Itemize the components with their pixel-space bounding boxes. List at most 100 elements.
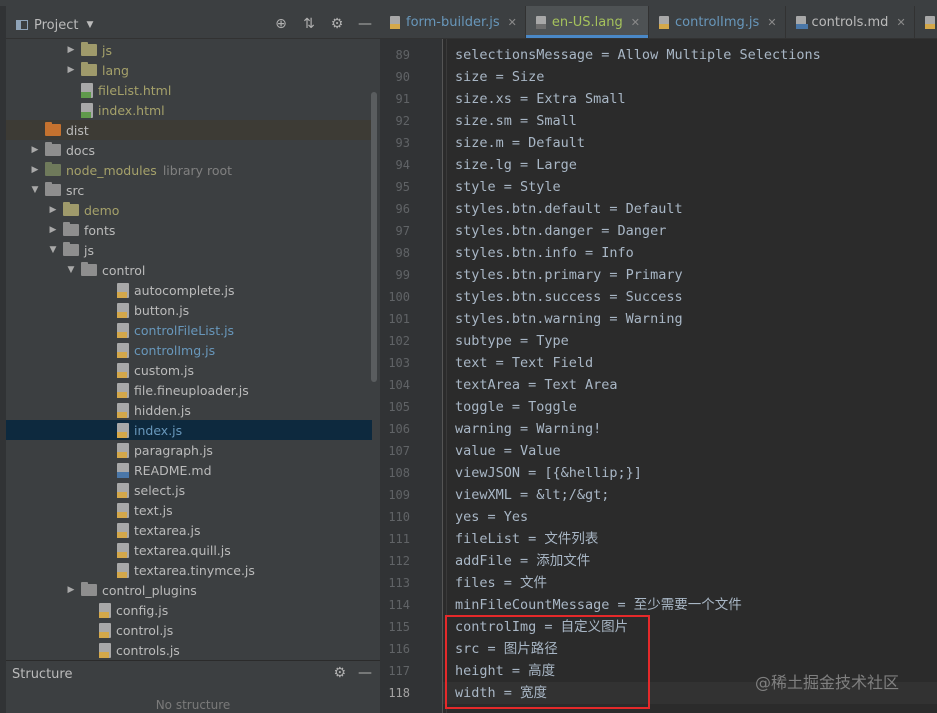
tree-item[interactable]: controls.js: [6, 640, 372, 660]
tree-item[interactable]: file.fineuploader.js: [6, 380, 372, 400]
js-file-icon: [99, 602, 111, 618]
code-line[interactable]: height = 高度: [455, 660, 555, 682]
close-icon[interactable]: ✕: [508, 16, 517, 29]
code-line[interactable]: styles.btn.info = Info: [455, 242, 634, 264]
code-line[interactable]: controlImg = 自定义图片: [455, 616, 628, 638]
chevron-down-icon[interactable]: ▼: [86, 20, 93, 30]
tree-item[interactable]: textarea.tinymce.js: [6, 560, 372, 580]
code-line[interactable]: selectionsMessage = Allow Multiple Selec…: [455, 44, 821, 66]
tree-item[interactable]: index.js: [6, 420, 372, 440]
code-line[interactable]: yes = Yes: [455, 506, 528, 528]
code-line[interactable]: src = 图片路径: [455, 638, 558, 660]
tree-item[interactable]: ▼ src: [6, 180, 372, 200]
code-line[interactable]: styles.btn.primary = Primary: [455, 264, 683, 286]
chevron-down-icon[interactable]: ▼: [46, 245, 60, 255]
tree-item[interactable]: text.js: [6, 500, 372, 520]
tree-item[interactable]: ▶ js: [6, 40, 372, 60]
gear-icon[interactable]: ⚙: [333, 665, 346, 681]
gear-icon[interactable]: ⚙: [328, 15, 346, 33]
code-line[interactable]: files = 文件: [455, 572, 547, 594]
tree-item[interactable]: custom.js: [6, 360, 372, 380]
chevron-right-icon[interactable]: ▶: [28, 165, 42, 175]
editor-tab[interactable]: controlImg.js ✕: [649, 6, 786, 38]
tree-item[interactable]: ▶ demo: [6, 200, 372, 220]
code-line[interactable]: styles.btn.default = Default: [455, 198, 683, 220]
tree-item[interactable]: controlFileList.js: [6, 320, 372, 340]
code-line[interactable]: minFileCountMessage = 至少需要一个文件: [455, 594, 742, 616]
editor-tab[interactable]: en-US.lang ✕: [525, 6, 649, 38]
code-line[interactable]: toggle = Toggle: [455, 396, 577, 418]
code-line[interactable]: viewJSON = [{&hellip;}]: [455, 462, 642, 484]
code-line[interactable]: width = 宽度: [455, 682, 547, 704]
tree-item[interactable]: select.js: [6, 480, 372, 500]
chevron-right-icon[interactable]: ▶: [46, 205, 60, 215]
chevron-down-icon[interactable]: ▼: [64, 265, 78, 275]
code-line[interactable]: size.sm = Small: [455, 110, 577, 132]
tree-item[interactable]: textarea.js: [6, 520, 372, 540]
code-line[interactable]: styles.btn.danger = Danger: [455, 220, 666, 242]
tree-item[interactable]: ▶dist: [6, 120, 372, 140]
code-line[interactable]: size.xs = Extra Small: [455, 88, 626, 110]
tree-item[interactable]: button.js: [6, 300, 372, 320]
tree-item[interactable]: ▶ docs: [6, 140, 372, 160]
line-number: 102: [388, 334, 410, 348]
project-tree[interactable]: ▶js▶langfileList.htmlindex.html▶dist▶doc…: [6, 40, 372, 660]
chevron-right-icon[interactable]: ▶: [28, 145, 42, 155]
chevron-right-icon[interactable]: ▶: [64, 585, 78, 595]
editor-tab[interactable]: controls.md ✕: [786, 6, 915, 38]
chevron-down-icon[interactable]: ▼: [28, 185, 42, 195]
code-line[interactable]: styles.btn.warning = Warning: [455, 308, 683, 330]
editor-tab-label: form-builder.js: [406, 14, 500, 30]
tree-item[interactable]: ▼ js: [6, 240, 372, 260]
tree-item[interactable]: ▼ control: [6, 260, 372, 280]
tree-item[interactable]: hidden.js: [6, 400, 372, 420]
collapse-all-icon[interactable]: ⇅: [300, 15, 318, 33]
tree-item[interactable]: controlImg.js: [6, 340, 372, 360]
tree-item[interactable]: index.html: [6, 100, 372, 120]
code-line[interactable]: viewXML = &lt;/&gt;: [455, 484, 609, 506]
tree-item[interactable]: paragraph.js: [6, 440, 372, 460]
code-line[interactable]: subtype = Type: [455, 330, 569, 352]
tree-item[interactable]: config.js: [6, 600, 372, 620]
tree-item[interactable]: textarea.quill.js: [6, 540, 372, 560]
chevron-right-icon[interactable]: ▶: [46, 225, 60, 235]
folder-icon: [45, 142, 61, 156]
code-editor[interactable]: 89 selectionsMessage = Allow Multiple Sel…: [380, 39, 937, 713]
tree-item[interactable]: ▶ lang: [6, 60, 372, 80]
code-line[interactable]: style = Style: [455, 176, 561, 198]
code-line[interactable]: addFile = 添加文件: [455, 550, 590, 572]
tree-item[interactable]: autocomplete.js: [6, 280, 372, 300]
tree-item[interactable]: README.md: [6, 460, 372, 480]
tree-item[interactable]: fileList.html: [6, 80, 372, 100]
structure-panel-title: Structure: [12, 666, 73, 682]
editor-tab[interactable]: utils.js: [915, 6, 937, 38]
close-icon[interactable]: ✕: [896, 16, 905, 29]
folder-icon: [45, 122, 61, 136]
code-line[interactable]: fileList = 文件列表: [455, 528, 598, 550]
project-panel-header[interactable]: Project ▼ ⊕ ⇅ ⚙ —: [6, 12, 380, 39]
editor-tab[interactable]: form-builder.js ✕: [380, 6, 526, 38]
line-number: 106: [388, 422, 410, 436]
locate-file-icon[interactable]: ⊕: [272, 15, 290, 33]
tree-item[interactable]: ▶ control_plugins: [6, 580, 372, 600]
code-line[interactable]: value = Value: [455, 440, 561, 462]
hide-panel-icon[interactable]: —: [358, 665, 372, 681]
code-line[interactable]: text = Text Field: [455, 352, 593, 374]
chevron-right-icon[interactable]: ▶: [64, 45, 78, 55]
hide-panel-icon[interactable]: —: [356, 15, 374, 33]
code-line[interactable]: size = Size: [455, 66, 544, 88]
code-line[interactable]: size.m = Default: [455, 132, 585, 154]
tree-item[interactable]: ▶ node_modules library root: [6, 160, 372, 180]
chevron-right-icon[interactable]: ▶: [64, 65, 78, 75]
code-line[interactable]: size.lg = Large: [455, 154, 577, 176]
code-line[interactable]: textArea = Text Area: [455, 374, 618, 396]
js-file-icon: [117, 382, 129, 398]
code-line[interactable]: warning = Warning!: [455, 418, 601, 440]
tree-item[interactable]: control.js: [6, 620, 372, 640]
project-panel-title[interactable]: Project: [34, 18, 78, 33]
close-icon[interactable]: ✕: [631, 16, 640, 29]
close-icon[interactable]: ✕: [767, 16, 776, 29]
code-line[interactable]: styles.btn.success = Success: [455, 286, 683, 308]
tree-item[interactable]: ▶ fonts: [6, 220, 372, 240]
project-tree-scrollbar[interactable]: [371, 92, 377, 382]
